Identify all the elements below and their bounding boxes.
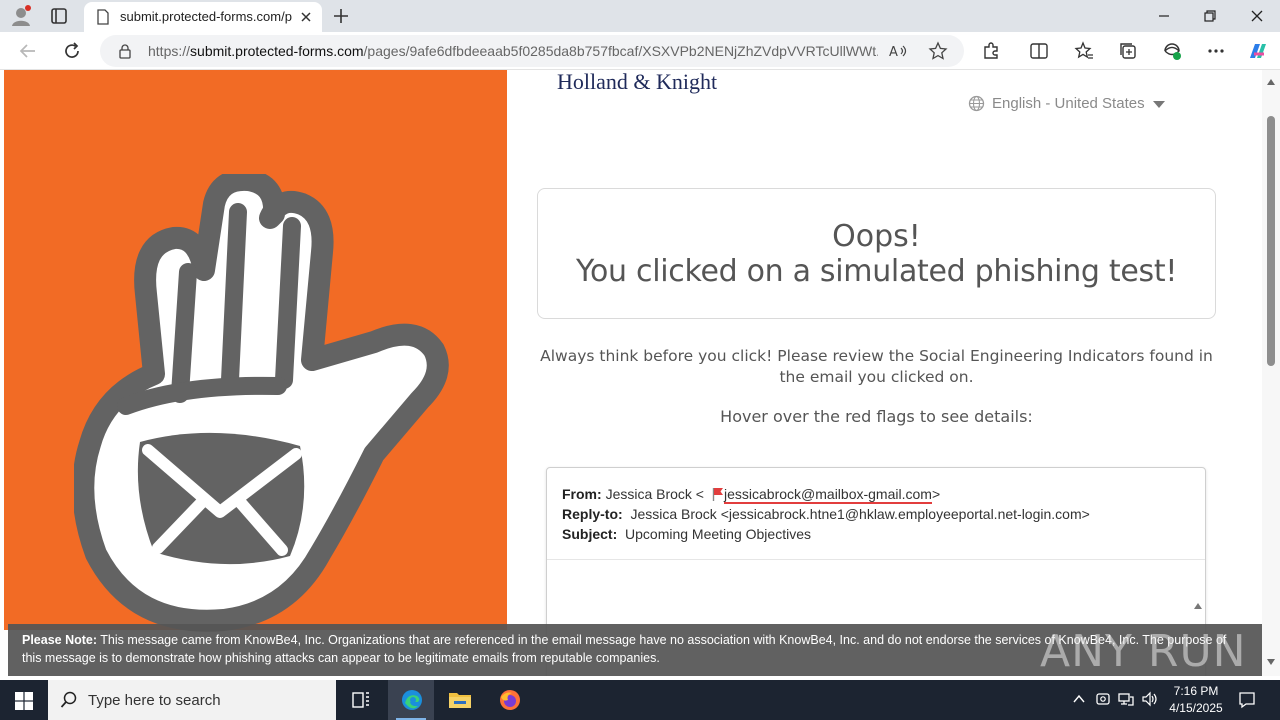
network-icon[interactable] bbox=[1118, 691, 1134, 707]
firefox-icon bbox=[500, 690, 520, 710]
taskbar-file-explorer[interactable] bbox=[436, 680, 482, 720]
svg-text:A: A bbox=[889, 45, 898, 60]
lock-icon[interactable] bbox=[118, 43, 132, 59]
system-clock[interactable]: 7:16 PM 4/15/2025 bbox=[1164, 683, 1228, 717]
collections-icon[interactable] bbox=[1118, 41, 1138, 61]
watermark-text: ANY RUN bbox=[1040, 626, 1247, 676]
note-label: Please Note: bbox=[22, 633, 98, 647]
search-icon bbox=[60, 691, 77, 708]
windows-taskbar: Type here to search 7:16 PM 4/15/2025 bbox=[0, 680, 1280, 720]
close-window-icon[interactable] bbox=[1249, 8, 1265, 24]
red-flag-icon[interactable] bbox=[712, 487, 724, 501]
email-from-row: From: Jessica Brock < jessicabrock@mailb… bbox=[562, 486, 941, 504]
back-arrow-icon[interactable] bbox=[18, 41, 38, 61]
chevron-down-icon[interactable] bbox=[1152, 100, 1166, 109]
clock-date: 4/15/2025 bbox=[1169, 701, 1223, 715]
tab-actions-icon[interactable] bbox=[50, 7, 68, 25]
taskbar-search-box[interactable]: Type here to search bbox=[48, 680, 336, 720]
clock-time: 7:16 PM bbox=[1173, 684, 1219, 698]
task-view-button[interactable] bbox=[337, 680, 383, 720]
page-scrollbar[interactable] bbox=[1262, 70, 1280, 676]
tab-active[interactable]: submit.protected-forms.com/pa bbox=[84, 2, 322, 32]
globe-icon bbox=[968, 95, 985, 112]
reply-label: Reply-to: bbox=[562, 506, 623, 522]
windows-start-icon[interactable] bbox=[15, 692, 33, 710]
chevron-up-icon[interactable] bbox=[1071, 691, 1087, 707]
from-name: Jessica Brock < bbox=[605, 486, 704, 502]
language-label: English - United States bbox=[992, 95, 1145, 112]
stop-hand-icon bbox=[74, 174, 449, 632]
address-bar[interactable]: https://submit.protected-forms.com/pages… bbox=[100, 35, 964, 67]
taskbar-firefox[interactable] bbox=[486, 680, 532, 720]
email-header: From: Jessica Brock < jessicabrock@mailb… bbox=[547, 468, 1205, 560]
close-tab-icon[interactable] bbox=[299, 10, 313, 24]
meet-now-icon[interactable] bbox=[1095, 691, 1111, 707]
favorites-icon[interactable] bbox=[1074, 41, 1094, 61]
restore-icon[interactable] bbox=[1202, 8, 1218, 24]
from-close: > bbox=[931, 486, 941, 502]
url-host: submit.protected-forms.com bbox=[190, 43, 364, 59]
profile-icon[interactable] bbox=[10, 5, 32, 27]
subject-value: Upcoming Meeting Objectives bbox=[625, 526, 811, 542]
scrollbar-thumb[interactable] bbox=[1267, 116, 1275, 366]
email-scroll-up-icon[interactable] bbox=[1193, 602, 1203, 610]
browser-tab-bar: submit.protected-forms.com/pa bbox=[0, 0, 1280, 32]
page-content: Holland & Knight English - United States… bbox=[0, 70, 1262, 676]
search-placeholder: Type here to search bbox=[88, 692, 221, 709]
notification-icon[interactable] bbox=[1238, 691, 1256, 709]
page-icon bbox=[97, 9, 109, 25]
headline: Oops! bbox=[832, 219, 921, 254]
instructions-text: Always think before you click! Please re… bbox=[540, 347, 1213, 386]
split-screen-icon[interactable] bbox=[1029, 41, 1049, 61]
email-subject-row: Subject: Upcoming Meeting Objectives bbox=[562, 526, 811, 542]
favorite-star-icon[interactable] bbox=[928, 41, 948, 61]
result-card: Oops! You clicked on a simulated phishin… bbox=[537, 188, 1216, 319]
minimize-icon[interactable] bbox=[1156, 8, 1172, 24]
taskbar-edge[interactable] bbox=[388, 680, 434, 720]
browser-toolbar: https://submit.protected-forms.com/pages… bbox=[0, 32, 1280, 70]
hover-hint-text: Hover over the red flags to see details: bbox=[720, 407, 1033, 426]
url-scheme: https:// bbox=[148, 43, 191, 59]
reply-value: Jessica Brock <jessicabrock.htne1@hklaw.… bbox=[630, 506, 1090, 522]
anyrun-watermark: ANY RUN bbox=[1040, 610, 1246, 676]
volume-icon[interactable] bbox=[1142, 691, 1158, 707]
edge-icon bbox=[402, 690, 422, 710]
from-label: From: bbox=[562, 486, 602, 502]
browser-essentials-icon[interactable] bbox=[1162, 41, 1182, 61]
subject-label: Subject: bbox=[562, 526, 618, 542]
url-text[interactable]: https://submit.protected-forms.com/pages… bbox=[148, 43, 878, 59]
language-selector[interactable]: English - United States bbox=[968, 94, 1168, 114]
url-path: /pages/9afe6dfbdeeaab5f0285da8b757fbcaf/… bbox=[363, 43, 878, 59]
read-aloud-icon[interactable]: A bbox=[888, 41, 908, 61]
email-reply-row: Reply-to: Jessica Brock <jessicabrock.ht… bbox=[562, 506, 1090, 522]
subheadline: You clicked on a simulated phishing test… bbox=[575, 254, 1178, 289]
copilot-icon[interactable] bbox=[1246, 40, 1270, 62]
refresh-icon[interactable] bbox=[62, 41, 82, 61]
warning-panel bbox=[4, 70, 507, 632]
task-view-icon bbox=[352, 692, 369, 708]
from-address-flagged[interactable]: jessicabrock@mailbox-gmail.com bbox=[724, 486, 932, 504]
folder-icon bbox=[449, 693, 471, 708]
extensions-icon[interactable] bbox=[981, 41, 1001, 61]
scroll-down-icon[interactable] bbox=[1266, 658, 1276, 666]
new-tab-icon[interactable] bbox=[332, 7, 350, 25]
company-logo: Holland & Knight bbox=[557, 70, 718, 94]
more-options-icon[interactable] bbox=[1206, 41, 1226, 61]
tab-title: submit.protected-forms.com/pa bbox=[120, 9, 292, 24]
scroll-up-icon[interactable] bbox=[1266, 78, 1276, 86]
